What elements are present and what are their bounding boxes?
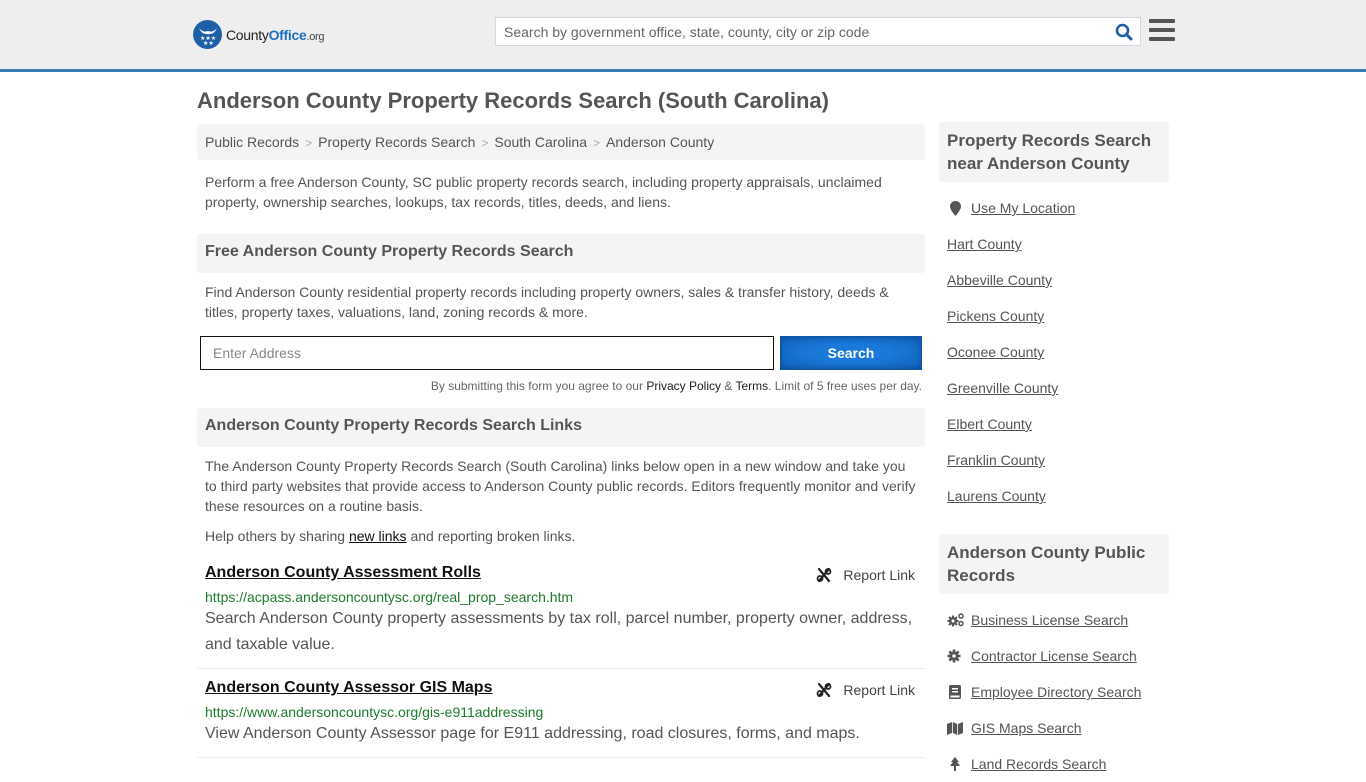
link-title[interactable]: Anderson County Assessor GIS Maps [205,679,492,697]
site-logo[interactable]: ★★★ ★★ CountyOffice.org [193,20,325,49]
nearby-item: Laurens County [947,478,1161,514]
site-header: ★★★ ★★ CountyOffice.org [0,0,1366,72]
privacy-policy-link[interactable]: Privacy Policy [646,379,721,393]
address-search-form: Search [197,336,925,370]
logo-org: .org [306,30,325,43]
nearby-item: Pickens County [947,298,1161,334]
free-search-description: Find Anderson County residential propert… [205,284,889,320]
public-record-item: Business License Search [947,602,1161,638]
public-record-link[interactable]: Contractor License Search [971,648,1137,664]
breadcrumb-separator: > [593,136,601,150]
disclaimer-amp: & [721,379,736,393]
breadcrumb-separator: > [481,136,489,150]
broken-link-icon [817,567,832,583]
search-icon[interactable] [1108,18,1140,45]
breadcrumb: Public Records > Property Records Search > S… [197,124,925,160]
book-icon [947,685,964,699]
use-my-location-link[interactable]: Use My Location [971,200,1075,216]
broken-link-icon [817,682,832,698]
disclaimer-suffix: . Limit of 5 free uses per day. [768,379,922,393]
logo-text: CountyOffice.org [226,26,325,43]
public-record-link[interactable]: Business License Search [971,612,1128,628]
svg-text:★★: ★★ [203,40,214,45]
nearby-heading: Property Records Search near Anderson Co… [939,122,1169,182]
nearby-item: Elbert County [947,406,1161,442]
links-section-description: The Anderson County Property Records Sea… [205,458,916,514]
free-search-heading: Free Anderson County Property Records Se… [197,234,925,273]
breadcrumb-south-carolina[interactable]: South Carolina [494,134,587,150]
link-title[interactable]: Anderson County Assessment Rolls [205,564,481,582]
intro-text: Perform a free Anderson County, SC publi… [205,174,882,210]
nearby-item: Franklin County [947,442,1161,478]
link-url: https://acpass.andersoncountysc.org/real… [205,589,574,605]
nearby-county-link[interactable]: Elbert County [947,416,1032,432]
public-record-link[interactable]: Land Records Search [971,756,1106,772]
disclaimer-prefix: By submitting this form you agree to our [430,379,647,393]
nearby-county-link[interactable]: Laurens County [947,488,1046,504]
help-suffix: and reporting broken links. [406,528,576,544]
site-search-input[interactable] [496,18,1108,45]
use-location-item: Use My Location [947,190,1161,226]
main-content: Public Records > Property Records Search > S… [197,124,925,758]
breadcrumb-anderson-county[interactable]: Anderson County [606,134,714,150]
help-prefix: Help others by sharing [205,528,349,544]
public-record-item: Contractor License Search [947,638,1161,674]
public-records-list: Business License Search Contractor Licen… [939,602,1169,782]
public-record-link[interactable]: Employee Directory Search [971,684,1141,700]
public-record-link[interactable]: GIS Maps Search [971,720,1082,736]
terms-link[interactable]: Terms [735,379,768,393]
nearby-item: Hart County [947,226,1161,262]
cogs-icon [947,613,964,627]
nearby-county-link[interactable]: Franklin County [947,452,1045,468]
link-item: Anderson County Assessment Rolls Report … [197,554,925,669]
nearby-item: Greenville County [947,370,1161,406]
report-link-label: Report Link [843,567,915,583]
nearby-list: Use My Location Hart County Abbeville Co… [939,190,1169,514]
nearby-county-link[interactable]: Oconee County [947,344,1044,360]
report-link-button[interactable]: Report Link [816,567,915,583]
link-description: Search Anderson County property assessme… [205,610,913,653]
link-description: View Anderson County Assessor page for E… [205,725,860,742]
nearby-county-link[interactable]: Pickens County [947,308,1044,324]
logo-county: County [226,26,269,43]
breadcrumb-separator: > [305,136,313,150]
form-disclaimer: By submitting this form you agree to our… [197,379,925,393]
link-url: https://www.andersoncountysc.org/gis-e91… [205,704,544,720]
nearby-county-link[interactable]: Hart County [947,236,1022,252]
report-link-button[interactable]: Report Link [816,682,915,698]
breadcrumb-public-records[interactable]: Public Records [205,134,299,150]
nearby-item: Abbeville County [947,262,1161,298]
sidebar: Property Records Search near Anderson Co… [939,122,1169,782]
page-title: Anderson County Property Records Search … [197,88,829,113]
public-record-item: Employee Directory Search [947,674,1161,710]
new-links-link[interactable]: new links [349,528,407,544]
nearby-county-link[interactable]: Greenville County [947,380,1058,396]
gear-icon [947,649,964,663]
links-section-heading: Anderson County Property Records Search … [197,408,925,447]
address-search-button[interactable]: Search [780,336,922,370]
nearby-item: Oconee County [947,334,1161,370]
map-marker-icon [947,200,964,216]
hamburger-menu-icon[interactable] [1149,19,1175,41]
tree-icon [947,757,964,771]
report-link-label: Report Link [843,682,915,698]
nearby-county-link[interactable]: Abbeville County [947,272,1052,288]
public-records-heading: Anderson County Public Records [939,534,1169,594]
site-search [495,17,1141,46]
logo-office: Office [268,26,307,43]
address-input[interactable] [200,336,774,370]
eagle-logo-icon: ★★★ ★★ [193,20,222,49]
map-icon [947,721,964,735]
public-record-item: Land Records Search [947,746,1161,782]
public-record-item: GIS Maps Search [947,710,1161,746]
help-text: Help others by sharing new links and rep… [197,526,925,546]
breadcrumb-property-records-search[interactable]: Property Records Search [318,134,475,150]
link-item: Anderson County Assessor GIS Maps Report… [197,669,925,758]
